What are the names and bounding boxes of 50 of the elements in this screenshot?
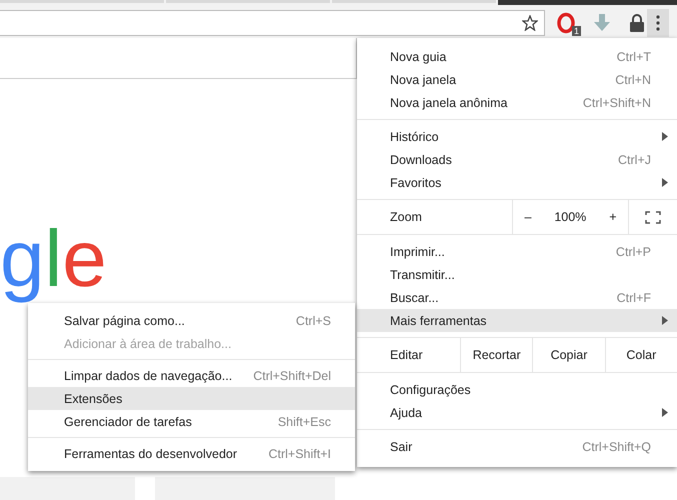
shortcut-label: Ctrl+F <box>616 290 651 304</box>
shortcut-label: Ctrl+P <box>616 244 651 258</box>
menu-item[interactable]: Ferramentas do desenvolvedor Ctrl+Shift+I <box>28 442 355 465</box>
shortcut-label: Ctrl+N <box>615 72 651 86</box>
menu-item[interactable]: Sair Ctrl+Shift+Q <box>357 435 677 458</box>
shortcut-label: Ctrl+T <box>616 50 651 64</box>
menu-item[interactable]: Buscar... Ctrl+F <box>357 286 677 309</box>
shortcut-label: Ctrl+Shift+I <box>268 446 331 460</box>
menu-item[interactable]: Ajuda <box>357 401 677 424</box>
logo-letter: e <box>62 213 107 305</box>
fullscreen-icon <box>645 210 661 224</box>
menu-item[interactable]: Extensões <box>28 387 355 410</box>
shortcut-label: Ctrl+S <box>296 314 331 328</box>
download-arrow-icon[interactable] <box>593 13 611 33</box>
menu-item[interactable]: Favoritos <box>357 171 677 194</box>
menu-item[interactable]: Nova guia Ctrl+T <box>357 45 677 68</box>
extension-badge: 1 <box>572 26 581 36</box>
circle-o-icon <box>556 12 576 34</box>
edit-label: Editar <box>389 347 424 364</box>
submenu-arrow-icon <box>662 316 668 325</box>
edit-button[interactable]: Colar <box>604 338 677 372</box>
shortcut-label: Shift+Esc <box>278 414 331 428</box>
menu-item[interactable]: Histórico <box>357 125 677 148</box>
menu-item[interactable]: Salvar página como... Ctrl+S <box>28 309 355 332</box>
menu-item[interactable]: Nova janela anônima Ctrl+Shift+N <box>357 91 677 114</box>
lock-icon[interactable] <box>629 13 645 33</box>
shortcut-label: Ctrl+Shift+N <box>582 96 651 110</box>
submenu-arrow-icon <box>662 408 668 417</box>
menu-icon <box>656 15 660 31</box>
submenu-arrow-icon <box>662 132 668 141</box>
zoom-label: Zoom <box>389 209 423 226</box>
logo-letter: l <box>44 213 62 305</box>
shortcut-label: Ctrl+J <box>618 152 651 166</box>
search-field[interactable] <box>0 38 357 79</box>
menu-item[interactable]: Downloads Ctrl+J <box>357 148 677 171</box>
extension-button[interactable]: 1 <box>555 11 579 35</box>
menu-item[interactable]: Gerenciador de tarefas Shift+Esc <box>28 410 355 433</box>
shortcut-label: Ctrl+Shift+Del <box>253 368 331 382</box>
logo-letter: g <box>0 213 44 305</box>
menu-item[interactable]: Nova janela Ctrl+N <box>357 68 677 91</box>
star-icon[interactable] <box>522 15 538 31</box>
submenu-arrow-icon <box>662 178 668 187</box>
menu-item[interactable]: Transmitir... <box>357 263 677 286</box>
menu-item[interactable]: Configurações <box>357 378 677 401</box>
menu-item[interactable]: Limpar dados de navegação... Ctrl+Shift+Del <box>28 364 355 387</box>
zoom-value: 100% <box>554 210 586 224</box>
menu-item[interactable]: Imprimir... Ctrl+P <box>357 240 677 263</box>
menu-button[interactable] <box>647 9 669 37</box>
menu-item[interactable]: Mais ferramentas <box>357 309 677 332</box>
shortcut-label: Ctrl+Shift+Q <box>582 440 651 454</box>
